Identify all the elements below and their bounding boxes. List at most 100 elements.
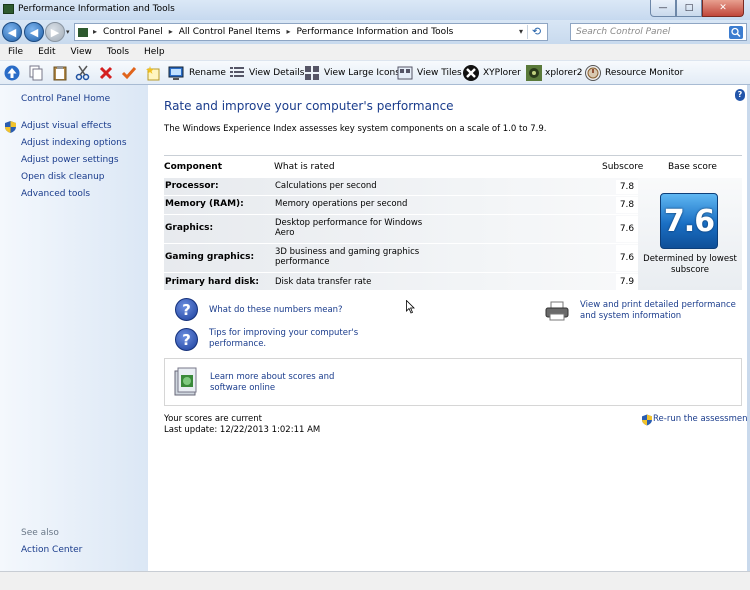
menu-help[interactable]: Help xyxy=(144,47,165,57)
help-question-icon[interactable]: ? xyxy=(175,328,198,351)
rerun-assessment-link[interactable]: Re-run the assessment xyxy=(653,414,750,424)
row-divider xyxy=(164,272,638,273)
close-button[interactable]: ✕ xyxy=(702,0,744,17)
sidebar-item-adjust-power-settings[interactable]: Adjust power settings xyxy=(21,155,119,165)
header-base-score: Base score xyxy=(668,162,717,172)
page-title: Rate and improve your computer's perform… xyxy=(164,99,454,113)
xyplorer-icon[interactable] xyxy=(463,65,479,81)
address-dropdown-icon[interactable]: ▾ xyxy=(519,27,523,36)
menu-file[interactable]: File xyxy=(8,47,23,57)
view-details-button[interactable]: View Details xyxy=(249,68,304,78)
print-details-link[interactable]: View and print detailed performance and … xyxy=(580,300,745,322)
sidebar-item-advanced-tools[interactable]: Advanced tools xyxy=(21,189,90,199)
details-view-icon[interactable] xyxy=(229,65,245,81)
base-score-caption: Determined by lowest subscore xyxy=(643,254,737,275)
row-what-processor: Calculations per second xyxy=(275,181,377,191)
intro-text: The Windows Experience Index assesses ke… xyxy=(164,124,547,134)
menu-bar: File Edit View Tools Help xyxy=(0,44,750,61)
breadcrumb-separator[interactable]: ▸ xyxy=(93,27,97,37)
header-what-is-rated: What is rated xyxy=(274,162,335,172)
cut-icon[interactable] xyxy=(75,65,91,81)
recent-pages-dropdown[interactable]: ▾ xyxy=(66,28,70,36)
resource-monitor-button[interactable]: Resource Monitor xyxy=(605,68,683,78)
see-also-heading: See also xyxy=(21,528,59,538)
menu-edit[interactable]: Edit xyxy=(38,47,55,57)
xplorer2-button[interactable]: xplorer2 xyxy=(545,68,583,78)
row-component-processor: Processor: xyxy=(165,181,219,191)
breadcrumb-item[interactable]: Control Panel xyxy=(103,27,163,37)
sidebar-item-action-center[interactable]: Action Center xyxy=(21,545,82,555)
row-component-hard-disk: Primary hard disk: xyxy=(165,277,259,287)
large-icons-view-icon[interactable] xyxy=(304,65,320,81)
paste-icon[interactable] xyxy=(52,65,68,81)
address-bar[interactable]: ▸ Control Panel ▸ All Control Panel Item… xyxy=(74,23,548,41)
search-input[interactable]: Search Control Panel xyxy=(570,23,747,41)
help-question-icon[interactable]: ? xyxy=(175,298,198,321)
up-arrow-icon[interactable] xyxy=(4,65,20,81)
xyplorer-button[interactable]: XYPlorer xyxy=(483,68,521,78)
sidebar-item-adjust-indexing-options[interactable]: Adjust indexing options xyxy=(21,138,127,148)
row-divider xyxy=(164,195,638,196)
tiles-view-icon[interactable] xyxy=(397,65,413,81)
subscore-gaming-graphics: 7.6 xyxy=(616,245,638,271)
last-update: Last update: 12/22/2013 1:02:11 AM xyxy=(164,425,321,435)
search-icon[interactable] xyxy=(729,26,743,39)
header-subscore: Subscore xyxy=(602,162,644,172)
row-divider xyxy=(164,243,638,244)
help-icon[interactable]: ? xyxy=(735,89,745,101)
sidebar-item-control-panel-home[interactable]: Control Panel Home xyxy=(21,94,110,104)
view-tiles-button[interactable]: View Tiles xyxy=(417,68,462,78)
menu-tools[interactable]: Tools xyxy=(107,47,129,57)
scores-status: Your scores are current xyxy=(164,414,262,424)
row-component-gaming-graphics: Gaming graphics: xyxy=(165,252,255,262)
back-arrow-button[interactable]: ◀ xyxy=(24,22,44,42)
delete-icon[interactable] xyxy=(98,65,114,81)
software-box-icon xyxy=(174,367,197,396)
performance-tips-link[interactable]: Tips for improving your computer's perfo… xyxy=(209,328,369,350)
table-divider xyxy=(164,155,742,156)
breadcrumb-item[interactable]: All Control Panel Items xyxy=(179,27,281,37)
status-bar xyxy=(0,571,750,590)
numbers-meaning-link[interactable]: What do these numbers mean? xyxy=(209,305,343,316)
subscore-graphics: 7.6 xyxy=(616,216,638,242)
refresh-icon[interactable]: ⟲ xyxy=(527,25,545,39)
checkmark-icon[interactable] xyxy=(121,65,137,81)
row-what-graphics: Desktop performance for Windows Aero xyxy=(275,218,423,238)
row-component-graphics: Graphics: xyxy=(165,223,214,233)
breadcrumb-separator[interactable]: ▸ xyxy=(286,27,290,37)
search-placeholder: Search Control Panel xyxy=(576,27,671,37)
learn-more-link[interactable]: Learn more about scores and software onl… xyxy=(210,372,370,394)
sidebar-item-adjust-visual-effects[interactable]: Adjust visual effects xyxy=(21,121,112,131)
maximize-button[interactable]: □ xyxy=(676,0,702,17)
forward-button[interactable]: ▶ xyxy=(45,22,65,42)
title-bar: Performance Information and Tools — □ ✕ xyxy=(0,0,750,20)
row-what-gaming-graphics: 3D business and gaming graphics performa… xyxy=(275,247,420,267)
menu-view[interactable]: View xyxy=(71,47,92,57)
sidebar: Control Panel Home Adjust visual effects… xyxy=(0,85,148,571)
subscore-hard-disk: 7.9 xyxy=(616,274,638,290)
back-button[interactable]: ◀ xyxy=(2,22,22,42)
printer-icon[interactable] xyxy=(544,301,570,321)
minimize-button[interactable]: — xyxy=(650,0,676,17)
navigation-bar: ◀ ◀ ▶ ▾ ▸ Control Panel ▸ All Control Pa… xyxy=(0,20,750,44)
rename-icon[interactable] xyxy=(168,65,184,81)
breadcrumb-separator[interactable]: ▸ xyxy=(169,27,173,37)
sidebar-item-open-disk-cleanup[interactable]: Open disk cleanup xyxy=(21,172,105,182)
row-component-memory: Memory (RAM): xyxy=(165,199,244,209)
view-large-icons-button[interactable]: View Large Icons xyxy=(324,68,400,78)
mouse-cursor-icon xyxy=(406,300,415,314)
breadcrumb-item[interactable]: Performance Information and Tools xyxy=(296,27,453,37)
xplorer2-icon[interactable] xyxy=(526,65,542,81)
learn-more-box: Learn more about scores and software onl… xyxy=(164,358,742,406)
rename-button[interactable]: Rename xyxy=(189,68,226,78)
main-content: ? Rate and improve your computer's perfo… xyxy=(148,85,750,571)
base-score-tile: 7.6 xyxy=(660,193,718,249)
new-item-icon[interactable] xyxy=(145,65,161,81)
row-divider xyxy=(164,214,638,215)
uac-shield-icon xyxy=(642,414,652,426)
uac-shield-icon xyxy=(5,121,16,133)
toolbar: Rename View Details View Large Icons Vie… xyxy=(0,61,750,85)
window-controls: — □ ✕ xyxy=(650,0,744,17)
resource-monitor-icon[interactable] xyxy=(585,65,601,81)
copy-icon[interactable] xyxy=(28,65,44,81)
